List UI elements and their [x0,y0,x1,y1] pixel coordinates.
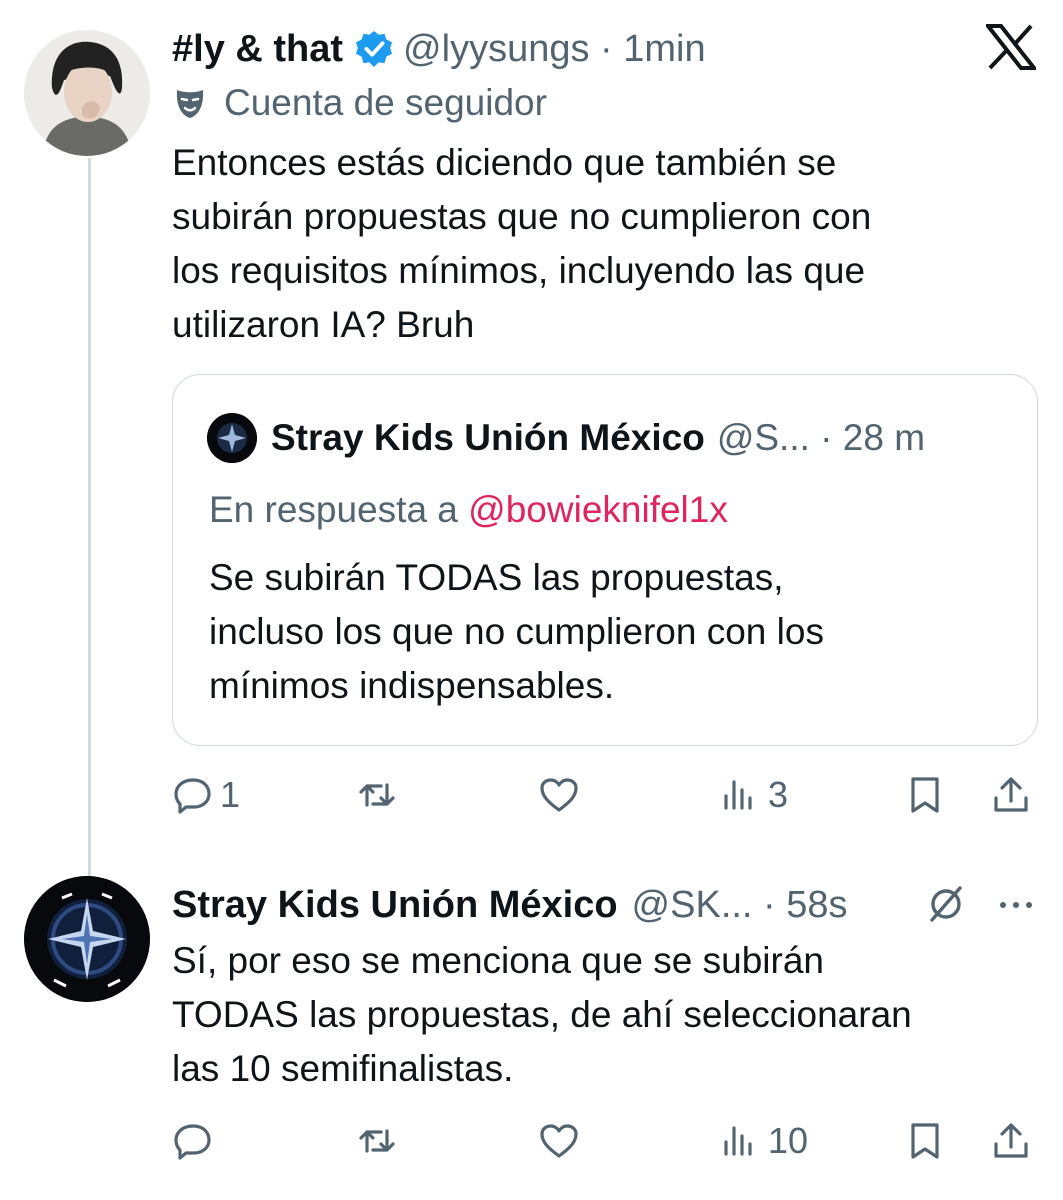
tweet2-action-bar: 10 [172,1116,1042,1166]
separator-dot: · [809,417,843,458]
quoted-text-line: mínimos indispensables. [209,665,615,706]
like-button[interactable] [538,1116,586,1166]
avatar-stray-kids-union-mexico[interactable] [24,876,150,1002]
quoted-author-handle: @S... [716,417,810,458]
separator-dot: · [752,883,787,926]
tweet2-timestamp[interactable]: 58s [786,884,847,927]
tweet2-handle[interactable]: @SK... [632,884,753,927]
quoted-tweet-card[interactable]: Stray Kids Unión México @S... · 28 m En … [172,374,1038,746]
bookmark-button[interactable] [904,770,946,820]
repost-button[interactable] [356,770,404,820]
quoted-text-line: incluso los que no cumplieron con los [209,611,824,652]
follower-account-row: Cuenta de seguidor [172,80,547,126]
tweet2-text-line: TODAS las propuestas, de ahí seleccionar… [172,994,912,1035]
tweet1-author-name[interactable]: #ly & that [172,28,343,71]
share-icon [994,1123,1028,1158]
follower-account-label: Cuenta de seguidor [224,82,547,123]
reply-prefix: En respuesta a [209,489,458,530]
tweet1-text: Entonces estás diciendo que también se s… [172,136,1032,352]
like-icon [540,778,578,812]
tweet2-author-name[interactable]: Stray Kids Unión México [172,884,618,927]
tweet1-text-line: subirán propuestas que no cumplieron con [172,196,872,237]
mask-icon [176,90,204,118]
more-icon[interactable] [996,890,1036,920]
tweet2-text-line: Sí, por eso se menciona que se subirán [172,940,824,981]
share-button[interactable] [990,1116,1032,1166]
views-count: 10 [768,1120,809,1161]
avatar-lyysungs[interactable] [24,30,150,156]
separator-dot: · [589,27,624,70]
reply-button[interactable]: 1 [172,770,240,820]
views-count: 3 [768,774,789,815]
share-icon [994,777,1028,812]
reply-count: 1 [220,774,241,815]
quoted-author-avatar [207,413,257,463]
views-button[interactable]: 3 [720,770,788,820]
bookmark-button[interactable] [904,1116,946,1166]
x-logo-icon[interactable] [983,24,1039,70]
grok-icon[interactable] [926,884,966,924]
quoted-text-line: Se subirán TODAS las propuestas, [209,557,784,598]
repost-icon [359,783,395,807]
like-button[interactable] [538,770,586,820]
like-icon [540,1124,578,1158]
tweet2-text: Sí, por eso se menciona que se subirán T… [172,934,1032,1096]
quoted-reply-context: En respuesta a @bowieknifel1x [209,489,728,531]
reply-button[interactable] [172,1116,220,1166]
bookmark-icon [911,777,939,813]
reply-icon [174,778,211,814]
tweet1-timestamp[interactable]: 1min [623,28,705,71]
repost-icon [359,1129,395,1153]
repost-button[interactable] [356,1116,404,1166]
tweet1-handle[interactable]: @lyysungs [403,28,589,71]
quoted-tweet-text: Se subirán TODAS las propuestas, incluso… [209,551,824,713]
share-button[interactable] [990,770,1032,820]
thread-connector-line [88,158,91,880]
tweet2-header: Stray Kids Unión México @SK... · 58s [172,880,848,930]
reply-icon [174,1124,211,1160]
tweet1-text-line: utilizaron IA? Bruh [172,304,475,345]
verified-badge-icon [355,30,393,68]
tweet1-text-line: los requisitos mínimos, incluyendo las q… [172,250,866,291]
quoted-timestamp: 28 m [842,417,926,458]
quoted-tweet-header: Stray Kids Unión México @S... · 28 m [207,413,926,463]
views-icon [724,780,752,810]
tweet1-header: #ly & that @lyysungs · 1min [172,24,706,74]
bookmark-icon [911,1123,939,1159]
tweet2-text-line: las 10 semifinalistas. [172,1048,514,1089]
quoted-author-name: Stray Kids Unión México [271,417,705,458]
tweet1-text-line: Entonces estás diciendo que también se [172,142,837,183]
reply-mention-link[interactable]: @bowieknifel1x [468,489,728,530]
tweet1-action-bar: 1 3 [172,770,1042,820]
views-button[interactable]: 10 [720,1116,808,1166]
views-icon [724,1126,752,1156]
